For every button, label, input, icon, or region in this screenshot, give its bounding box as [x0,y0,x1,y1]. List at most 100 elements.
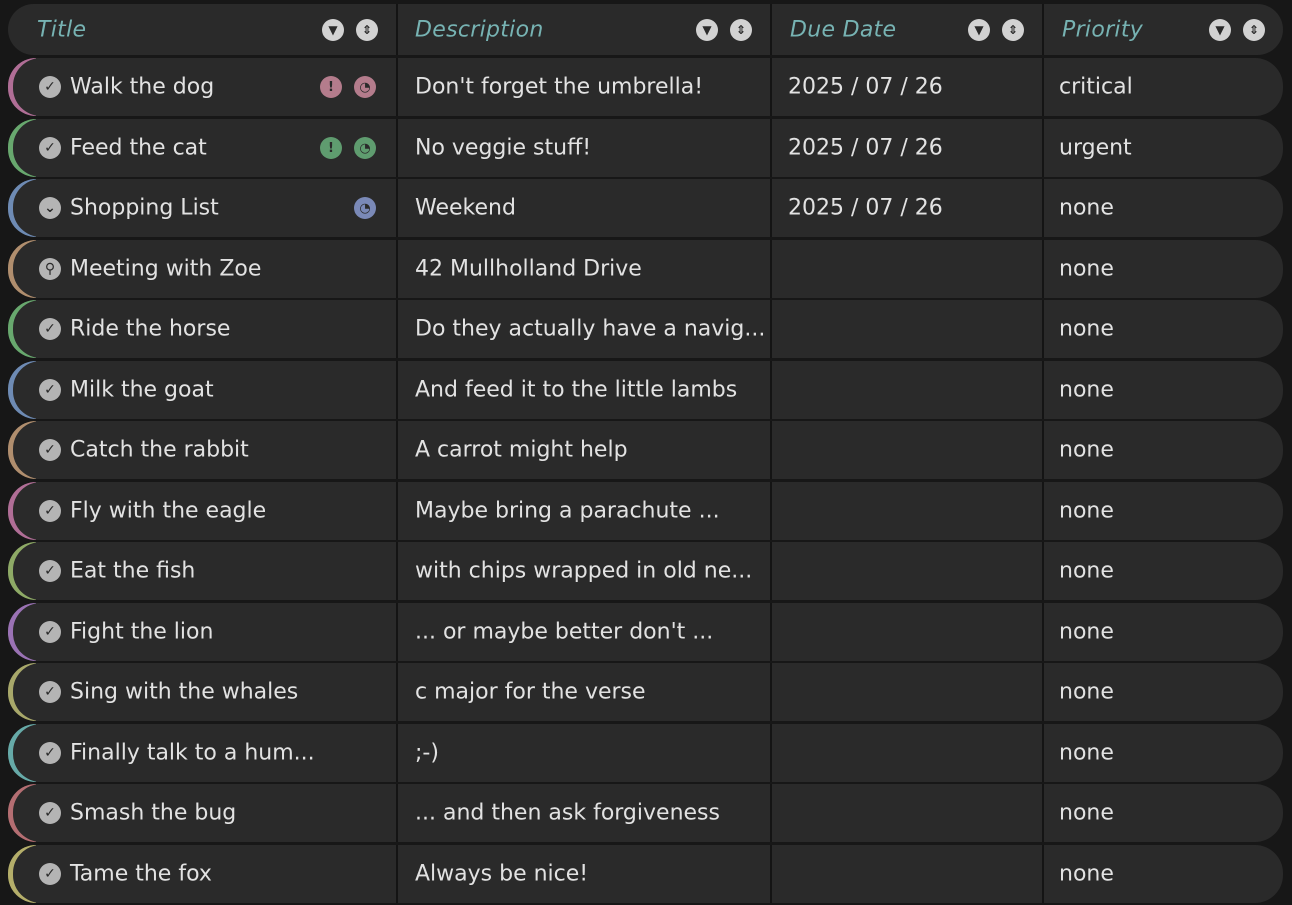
check-icon[interactable]: ✓ [39,137,61,159]
title-cell[interactable]: ✓ Catch the rabbit [8,421,398,479]
due-date-cell[interactable]: 2025 / 07 / 26 [772,119,1044,177]
title-cell[interactable]: ✓ Finally talk to a hum... [8,724,398,782]
description-cell[interactable]: ... and then ask forgiveness [398,784,772,842]
header-due-date-cell[interactable]: Due Date ▼ ⇕ [772,4,1044,55]
due-date-cell[interactable] [772,361,1044,419]
table-row[interactable]: ✓ Walk the dog! ◔ Don't forget the umbrella… [8,58,1283,116]
check-icon[interactable]: ✓ [39,742,61,764]
due-date-cell[interactable] [772,845,1044,903]
header-title-cell[interactable]: Title ▼ ⇕ [8,4,398,55]
description-cell[interactable]: c major for the verse [398,663,772,721]
description-cell[interactable]: 42 Mullholland Drive [398,240,772,298]
due-date-cell[interactable] [772,784,1044,842]
title-cell[interactable]: ✓ Tame the fox [8,845,398,903]
priority-cell[interactable]: none [1044,300,1283,358]
check-icon[interactable]: ✓ [39,560,61,582]
table-row[interactable]: ✓ Milk the goat And feed it to the little … [8,361,1283,419]
title-cell[interactable]: ✓ Walk the dog! ◔ [8,58,398,116]
check-icon[interactable]: ✓ [39,863,61,885]
check-icon[interactable]: ✓ [39,379,61,401]
title-cell[interactable]: ✓ Feed the cat! ◔ [8,119,398,177]
table-row[interactable]: ✓ Eat the fish with chips wrapped in old n… [8,542,1283,600]
due-date-cell[interactable] [772,603,1044,661]
description-cell[interactable]: Do they actually have a navig... [398,300,772,358]
check-icon[interactable]: ✓ [39,76,61,98]
priority-cell[interactable]: none [1044,240,1283,298]
priority-cell[interactable]: none [1044,482,1283,540]
description-cell[interactable]: Don't forget the umbrella! [398,58,772,116]
description-cell[interactable]: A carrot might help [398,421,772,479]
description-cell[interactable]: Maybe bring a parachute ... [398,482,772,540]
due-date-cell[interactable] [772,300,1044,358]
due-date-cell[interactable] [772,724,1044,782]
title-cell[interactable]: ✓ Eat the fish [8,542,398,600]
due-date-cell[interactable] [772,663,1044,721]
table-row[interactable]: ✓ Fly with the eagle Maybe bring a parachu… [8,482,1283,540]
title-cell[interactable]: ⚲ Meeting with Zoe [8,240,398,298]
alarm-icon[interactable]: ◔ [354,137,376,159]
alarm-icon[interactable]: ◔ [354,76,376,98]
filter-icon[interactable]: ▼ [1209,18,1231,41]
table-row[interactable]: ⚲ Meeting with Zoe 42 Mullholland Drive non… [8,240,1283,298]
table-row[interactable]: ✓ Catch the rabbit A carrot might help none [8,421,1283,479]
description-cell[interactable]: Always be nice! [398,845,772,903]
sort-icon[interactable]: ⇕ [1002,18,1024,41]
chevrons-down-icon[interactable]: ⌄ [39,197,61,219]
title-cell[interactable]: ✓ Fly with the eagle [8,482,398,540]
priority-cell[interactable]: none [1044,784,1283,842]
table-row[interactable]: ✓ Feed the cat! ◔ No veggie stuff! 2025 / 07… [8,119,1283,177]
priority-cell[interactable]: critical [1044,58,1283,116]
priority-cell[interactable]: none [1044,421,1283,479]
description-cell[interactable]: ... or maybe better don't ... [398,603,772,661]
priority-cell[interactable]: none [1044,179,1283,237]
check-icon[interactable]: ✓ [39,500,61,522]
title-cell[interactable]: ✓ Smash the bug [8,784,398,842]
title-cell[interactable]: ✓ Fight the lion [8,603,398,661]
header-priority-cell[interactable]: Priority ▼ ⇕ [1044,4,1283,55]
description-cell[interactable]: No veggie stuff! [398,119,772,177]
filter-icon[interactable]: ▼ [322,18,344,41]
due-date-cell[interactable] [772,240,1044,298]
priority-cell[interactable]: none [1044,724,1283,782]
check-icon[interactable]: ✓ [39,681,61,703]
sort-icon[interactable]: ⇕ [356,18,378,41]
description-cell[interactable]: Weekend [398,179,772,237]
title-cell[interactable]: ✓ Sing with the whales [8,663,398,721]
priority-cell[interactable]: none [1044,663,1283,721]
filter-icon[interactable]: ▼ [696,18,718,41]
table-row[interactable]: ✓ Tame the fox Always be nice! none [8,845,1283,903]
alarm-icon[interactable]: ◔ [354,197,376,219]
sort-icon[interactable]: ⇕ [730,18,752,41]
sort-icon[interactable]: ⇕ [1243,18,1265,41]
table-row[interactable]: ✓ Smash the bug ... and then ask forgivene… [8,784,1283,842]
header-description-cell[interactable]: Description ▼ ⇕ [398,4,772,55]
title-cell[interactable]: ✓ Ride the horse [8,300,398,358]
exclamation-icon[interactable]: ! [320,76,342,98]
due-date-cell[interactable] [772,482,1044,540]
description-cell[interactable]: with chips wrapped in old ne... [398,542,772,600]
pin-icon[interactable]: ⚲ [39,258,61,280]
description-cell[interactable]: And feed it to the little lambs [398,361,772,419]
priority-cell[interactable]: none [1044,361,1283,419]
check-icon[interactable]: ✓ [39,802,61,824]
due-date-cell[interactable] [772,542,1044,600]
table-row[interactable]: ⌄ Shopping List ◔ Weekend 2025 / 07 / 26 none [8,179,1283,237]
description-cell[interactable]: ;-) [398,724,772,782]
priority-cell[interactable]: none [1044,603,1283,661]
table-row[interactable]: ✓ Finally talk to a hum... ;-) none [8,724,1283,782]
priority-cell[interactable]: none [1044,845,1283,903]
due-date-cell[interactable]: 2025 / 07 / 26 [772,58,1044,116]
title-cell[interactable]: ✓ Milk the goat [8,361,398,419]
due-date-cell[interactable] [772,421,1044,479]
priority-cell[interactable]: urgent [1044,119,1283,177]
table-row[interactable]: ✓ Fight the lion ... or maybe better don't… [8,603,1283,661]
exclamation-icon[interactable]: ! [320,137,342,159]
table-row[interactable]: ✓ Sing with the whales c major for the ver… [8,663,1283,721]
check-icon[interactable]: ✓ [39,621,61,643]
priority-cell[interactable]: none [1044,542,1283,600]
due-date-cell[interactable]: 2025 / 07 / 26 [772,179,1044,237]
check-icon[interactable]: ✓ [39,439,61,461]
title-cell[interactable]: ⌄ Shopping List ◔ [8,179,398,237]
check-icon[interactable]: ✓ [39,318,61,340]
filter-icon[interactable]: ▼ [968,18,990,41]
